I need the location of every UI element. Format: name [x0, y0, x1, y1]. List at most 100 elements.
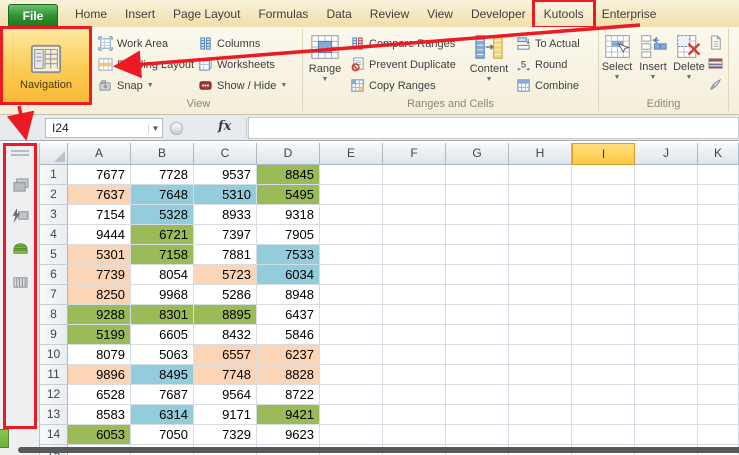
cell-b7[interactable]: 9968	[131, 285, 194, 305]
cell-i9[interactable]	[572, 325, 635, 345]
cell-h14[interactable]	[509, 425, 572, 445]
cell-i8[interactable]	[572, 305, 635, 325]
cell-a13[interactable]: 8583	[68, 405, 131, 425]
row-header-2[interactable]: 2	[40, 185, 68, 205]
cell-f3[interactable]	[383, 205, 446, 225]
cell-g8[interactable]	[446, 305, 509, 325]
cell-k4[interactable]	[698, 225, 739, 245]
cell-g14[interactable]	[446, 425, 509, 445]
cell-j6[interactable]	[635, 265, 698, 285]
cell-k10[interactable]	[698, 345, 739, 365]
row-header-1[interactable]: 1	[40, 165, 68, 185]
cell-b5[interactable]: 7158	[131, 245, 194, 265]
cell-k3[interactable]	[698, 205, 739, 225]
cell-e1[interactable]	[320, 165, 383, 185]
row-header-4[interactable]: 4	[40, 225, 68, 245]
cell-e14[interactable]	[320, 425, 383, 445]
cell-a9[interactable]: 5199	[68, 325, 131, 345]
reading-layout-button[interactable]: Reading Layout▼	[95, 54, 205, 75]
cell-k6[interactable]	[698, 265, 739, 285]
cell-g9[interactable]	[446, 325, 509, 345]
cell-j12[interactable]	[635, 385, 698, 405]
cell-h5[interactable]	[509, 245, 572, 265]
cell-f10[interactable]	[383, 345, 446, 365]
cell-c10[interactable]: 6557	[194, 345, 257, 365]
cell-d8[interactable]: 6437	[257, 305, 320, 325]
workbook-sheets-icon[interactable]	[9, 176, 31, 194]
cell-b14[interactable]: 7050	[131, 425, 194, 445]
column-header-d[interactable]: D	[257, 143, 320, 165]
tab-review[interactable]: Review	[361, 2, 418, 26]
cell-d4[interactable]: 7905	[257, 225, 320, 245]
name-box-dropdown-icon[interactable]: ▼	[148, 123, 162, 133]
cell-k8[interactable]	[698, 305, 739, 325]
column-header-g[interactable]: G	[446, 143, 509, 165]
cell-c5[interactable]: 7881	[194, 245, 257, 265]
cell-f2[interactable]	[383, 185, 446, 205]
name-stack-icon[interactable]	[9, 239, 31, 257]
cell-c7[interactable]: 5286	[194, 285, 257, 305]
cell-c12[interactable]: 9564	[194, 385, 257, 405]
pane-resize-handle[interactable]	[11, 150, 29, 158]
cell-g4[interactable]	[446, 225, 509, 245]
cell-b6[interactable]: 8054	[131, 265, 194, 285]
cell-d3[interactable]: 9318	[257, 205, 320, 225]
worksheets-button[interactable]: Worksheets	[195, 54, 299, 75]
tab-formulas[interactable]: Formulas	[249, 2, 317, 26]
cell-j2[interactable]	[635, 185, 698, 205]
cell-h8[interactable]	[509, 305, 572, 325]
cell-d14[interactable]: 9623	[257, 425, 320, 445]
cell-e9[interactable]	[320, 325, 383, 345]
cell-i10[interactable]	[572, 345, 635, 365]
copy-ranges-button[interactable]: Copy Ranges	[347, 75, 465, 96]
cell-k13[interactable]	[698, 405, 739, 425]
cell-k5[interactable]	[698, 245, 739, 265]
prevent-duplicate-button[interactable]: Prevent Duplicate	[347, 54, 465, 75]
cell-b8[interactable]: 8301	[131, 305, 194, 325]
cell-f11[interactable]	[383, 365, 446, 385]
cell-b9[interactable]: 6605	[131, 325, 194, 345]
cell-a8[interactable]: 9288	[68, 305, 131, 325]
navigation-button[interactable]: Navigation	[2, 28, 90, 104]
work-area-button[interactable]: Work Area	[95, 33, 195, 54]
cell-g10[interactable]	[446, 345, 509, 365]
cell-i11[interactable]	[572, 365, 635, 385]
cell-e6[interactable]	[320, 265, 383, 285]
compare-ranges-button[interactable]: Compare Ranges	[347, 33, 465, 54]
row-header-6[interactable]: 6	[40, 265, 68, 285]
cell-e7[interactable]	[320, 285, 383, 305]
cell-a1[interactable]: 7677	[68, 165, 131, 185]
cell-d11[interactable]: 8828	[257, 365, 320, 385]
cell-k12[interactable]	[698, 385, 739, 405]
cell-f1[interactable]	[383, 165, 446, 185]
snap-button[interactable]: Snap ▼	[95, 75, 195, 96]
column-header-j[interactable]: J	[635, 143, 698, 165]
cell-b4[interactable]: 6721	[131, 225, 194, 245]
cell-d13[interactable]: 9421	[257, 405, 320, 425]
cell-d1[interactable]: 8845	[257, 165, 320, 185]
column-header-i[interactable]: I	[572, 143, 635, 165]
cell-a6[interactable]: 7739	[68, 265, 131, 285]
cell-f13[interactable]	[383, 405, 446, 425]
cell-a4[interactable]: 9444	[68, 225, 131, 245]
cell-f7[interactable]	[383, 285, 446, 305]
file-tab[interactable]: File	[8, 4, 58, 27]
cell-h4[interactable]	[509, 225, 572, 245]
cell-e3[interactable]	[320, 205, 383, 225]
cell-e11[interactable]	[320, 365, 383, 385]
cell-h11[interactable]	[509, 365, 572, 385]
cell-a12[interactable]: 6528	[68, 385, 131, 405]
cell-b12[interactable]: 7687	[131, 385, 194, 405]
cell-h7[interactable]	[509, 285, 572, 305]
cell-c9[interactable]: 8432	[194, 325, 257, 345]
cell-g3[interactable]	[446, 205, 509, 225]
cell-h13[interactable]	[509, 405, 572, 425]
column-header-h[interactable]: H	[509, 143, 572, 165]
cell-i7[interactable]	[572, 285, 635, 305]
cell-d10[interactable]: 6237	[257, 345, 320, 365]
autotext-icon[interactable]	[9, 206, 31, 224]
cell-c4[interactable]: 7397	[194, 225, 257, 245]
cell-g13[interactable]	[446, 405, 509, 425]
striped-table-icon[interactable]	[707, 55, 723, 71]
cell-f6[interactable]	[383, 265, 446, 285]
